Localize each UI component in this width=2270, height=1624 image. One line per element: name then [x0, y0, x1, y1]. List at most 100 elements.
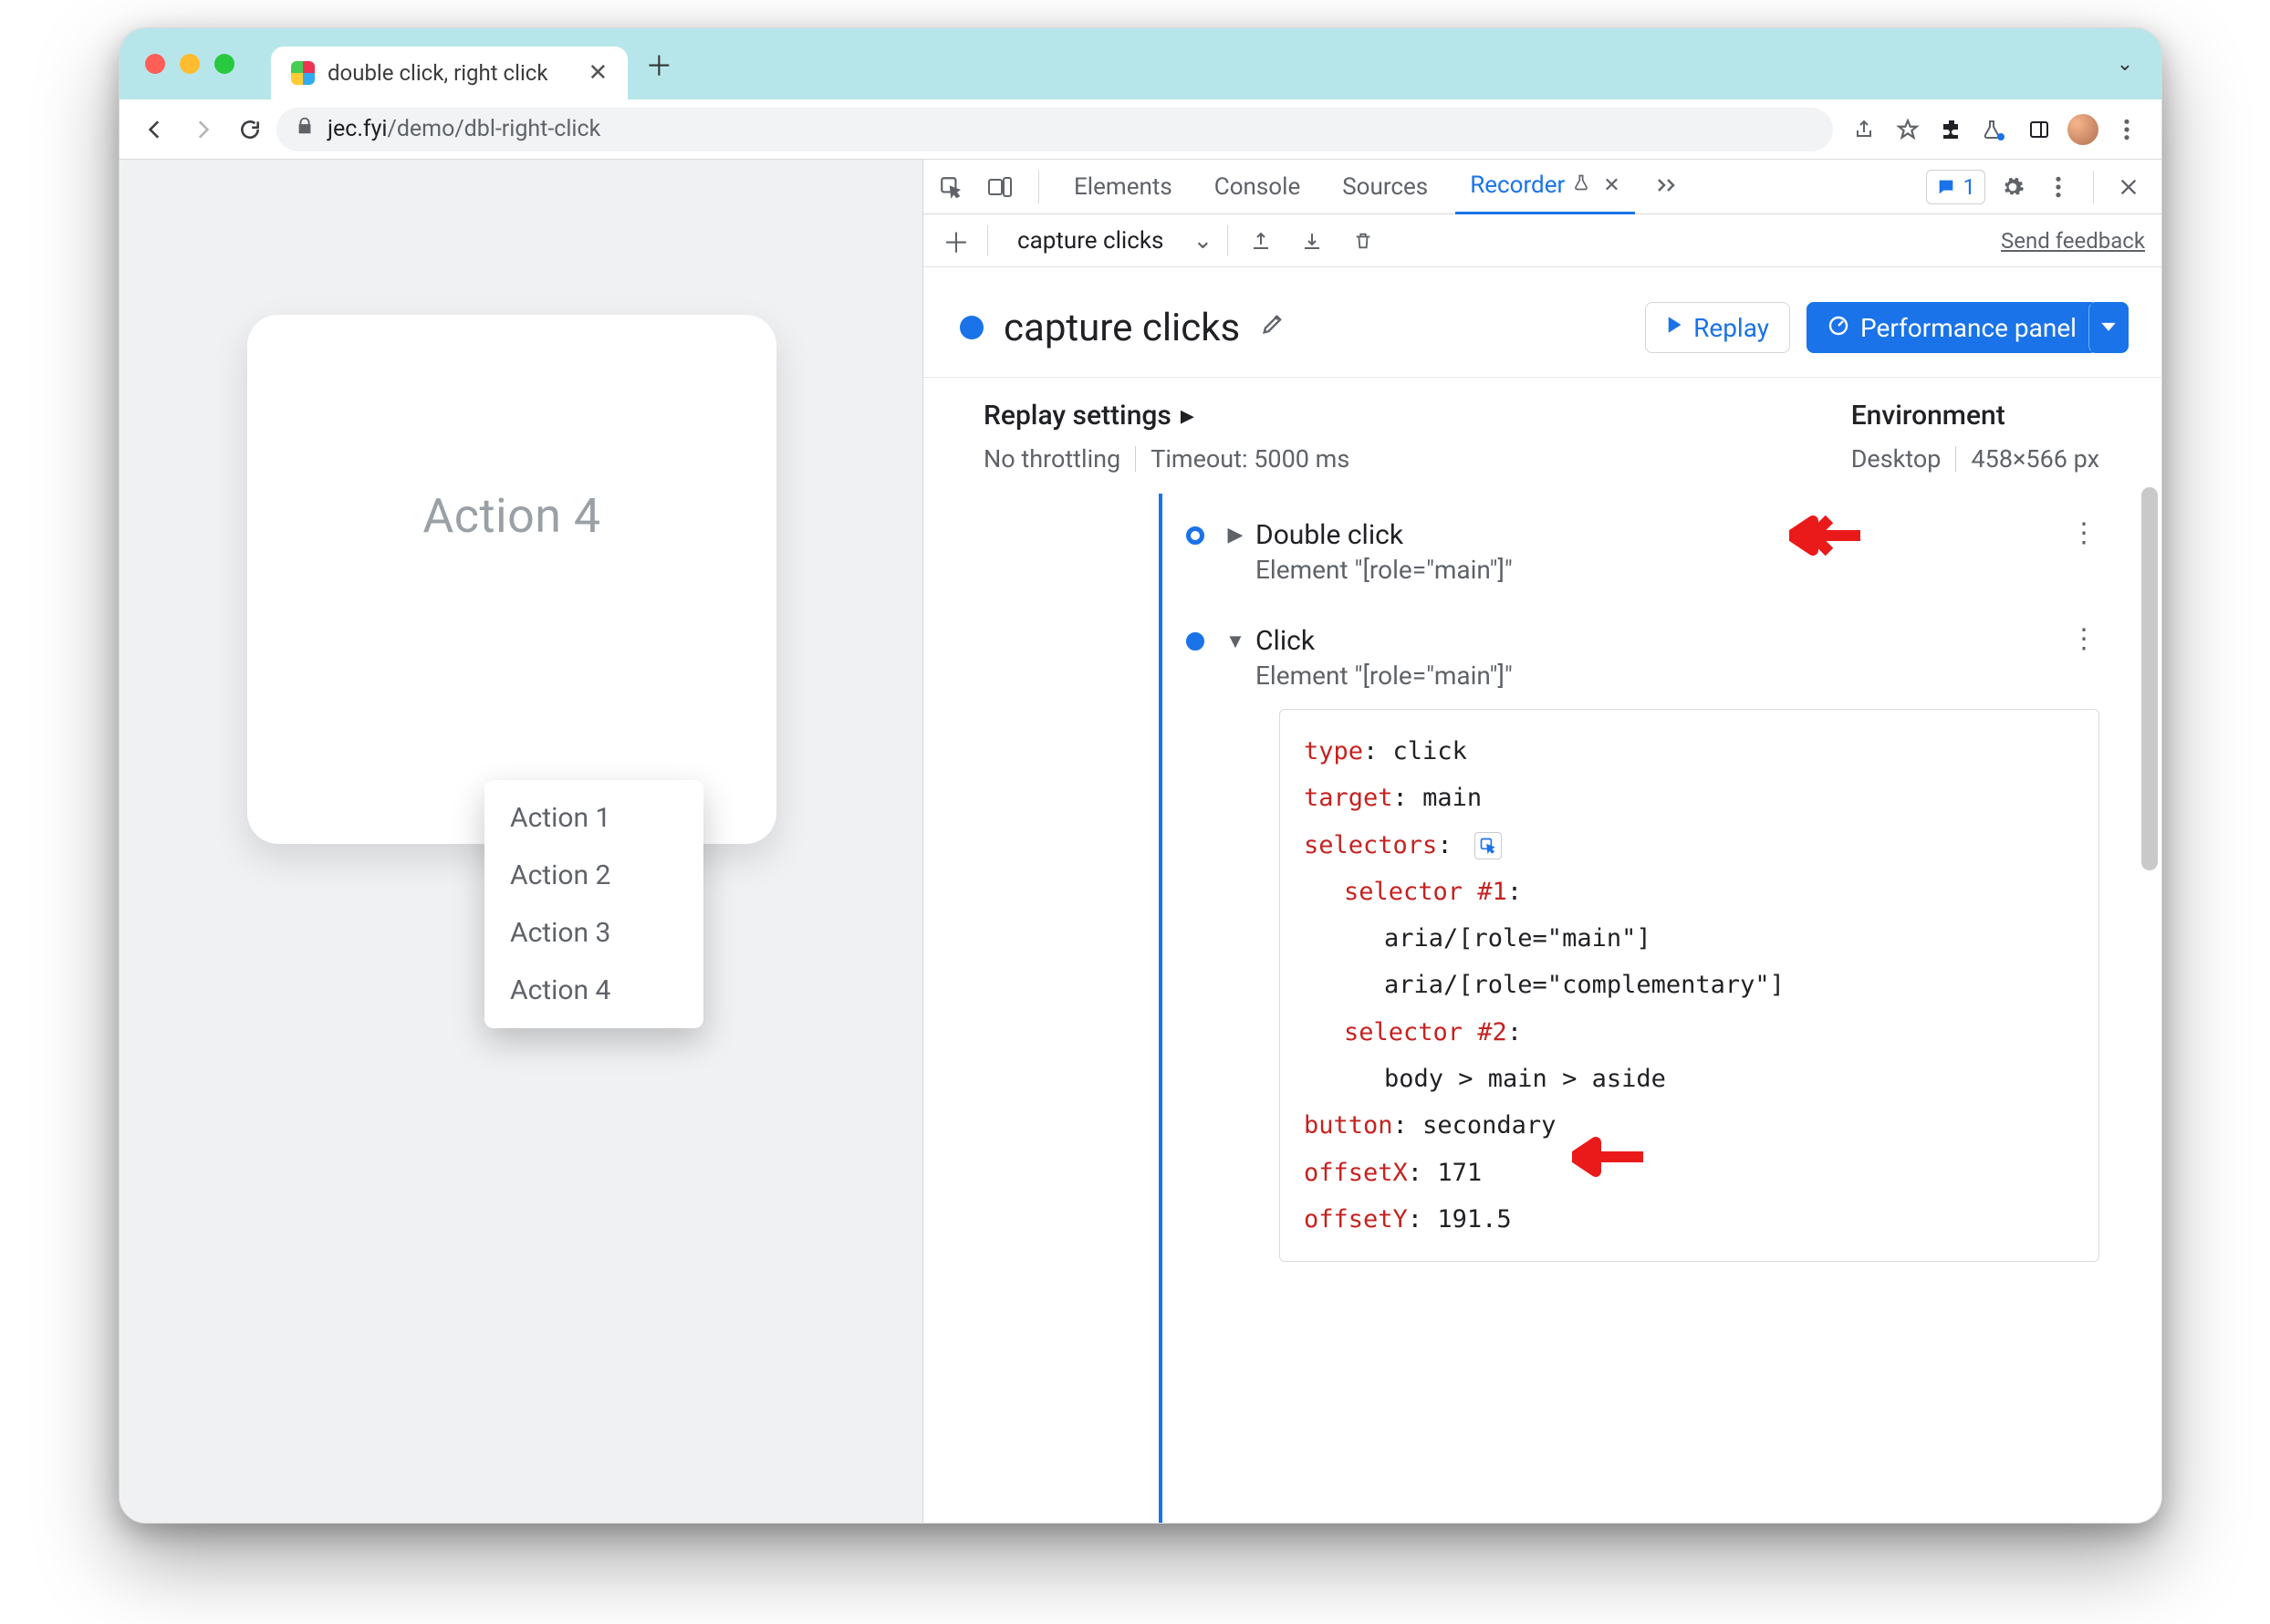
favicon-icon	[291, 61, 315, 85]
device-value: Desktop	[1851, 444, 1942, 474]
replay-settings-heading[interactable]: Replay settings ▸	[984, 400, 1349, 432]
step-subtitle: Element "[role="main"]"	[1255, 661, 2099, 691]
scrollbar[interactable]	[2136, 378, 2161, 1523]
timeout-value: Timeout: 5000 ms	[1151, 444, 1349, 474]
inspect-element-icon[interactable]	[932, 169, 969, 205]
close-tab-icon[interactable]: ✕	[1603, 174, 1619, 197]
demo-card[interactable]: Action 4	[247, 315, 776, 844]
edit-title-icon[interactable]	[1260, 311, 1286, 344]
recording-status-dot-icon	[960, 316, 984, 339]
issues-count: 1	[1963, 174, 1976, 200]
element-picker-icon[interactable]	[1474, 832, 1502, 859]
extensions-icon[interactable]	[1932, 109, 1972, 150]
context-menu-item[interactable]: Action 1	[484, 789, 703, 847]
browser-window: double click, right click ✕ ＋ ⌄ j	[119, 27, 2162, 1524]
window-controls	[145, 28, 271, 99]
url-text: jec.fyi/demo/dbl-right-click	[328, 116, 600, 142]
forward-button[interactable]	[182, 109, 224, 151]
environment-heading: Environment	[1851, 400, 2099, 432]
tab-title: double click, right click	[328, 60, 548, 86]
recorder-step[interactable]: ▼ Click Element "[role="main"]" ⋮ type: …	[1170, 607, 2099, 1284]
new-tab-button[interactable]: ＋	[639, 44, 679, 84]
replay-label: Replay	[1693, 313, 1769, 343]
send-feedback-link[interactable]: Send feedback	[2001, 228, 2145, 254]
back-button[interactable]	[134, 109, 176, 151]
recording-title: capture clicks	[1004, 306, 1240, 350]
annotation-arrow-icon	[1789, 508, 1862, 563]
step-menu-icon[interactable]: ⋮	[2070, 623, 2099, 655]
tab-strip: double click, right click ✕ ＋ ⌄	[120, 28, 2161, 99]
recorder-toolbar: ＋ capture clicks ⌄	[923, 214, 2161, 267]
profile-avatar[interactable]	[2063, 109, 2103, 150]
close-devtools-icon[interactable]	[2110, 169, 2147, 205]
settings-gear-icon[interactable]	[1994, 169, 2031, 205]
lock-icon	[295, 116, 315, 142]
labs-flask-icon[interactable]	[1975, 109, 2015, 150]
close-window-icon[interactable]	[145, 54, 165, 74]
timeline: ▶ Double click Element "[role="main"]" ⋮	[923, 494, 2136, 1320]
browser-tab[interactable]: double click, right click ✕	[271, 47, 628, 99]
reload-button[interactable]	[229, 109, 271, 151]
performance-panel-label: Performance panel	[1860, 313, 2077, 343]
timeline-line	[1159, 494, 1162, 1523]
step-node-icon	[1186, 526, 1204, 545]
performance-panel-dropdown[interactable]	[2088, 302, 2129, 353]
chevron-right-icon: ▸	[1181, 400, 1194, 432]
play-icon	[1666, 316, 1682, 339]
bookmark-star-icon[interactable]	[1888, 109, 1928, 150]
recorder-body: Replay settings ▸ No throttling Timeout:…	[923, 377, 2161, 1523]
chevron-down-icon[interactable]: ▼	[1224, 630, 1246, 653]
devtools-menu-icon[interactable]	[2040, 169, 2077, 205]
context-menu-item[interactable]: Action 4	[484, 962, 703, 1019]
devtools-panel: Elements Console Sources Recorder ✕	[922, 160, 2161, 1523]
step-title: Double click	[1255, 519, 1403, 551]
tabs-overflow-icon[interactable]: ⌄	[2105, 44, 2145, 84]
performance-panel-button[interactable]: Performance panel	[1807, 302, 2098, 353]
devtools-tab-sources[interactable]: Sources	[1328, 160, 1442, 214]
device-toolbar-icon[interactable]	[982, 169, 1018, 205]
recording-select[interactable]: capture clicks	[1003, 227, 1178, 255]
annotation-arrow-icon	[1572, 1131, 1645, 1182]
more-tabs-icon[interactable]	[1648, 169, 1684, 205]
chrome-menu-icon[interactable]	[2107, 109, 2147, 150]
step-detail: type: click target: main selectors: sele…	[1279, 709, 2099, 1262]
chevron-down-icon[interactable]: ⌄	[1192, 227, 1213, 255]
recorder-header: capture clicks Replay	[923, 267, 2161, 377]
omnibox[interactable]: jec.fyi/demo/dbl-right-click	[276, 108, 1833, 151]
maximize-window-icon[interactable]	[214, 54, 234, 74]
step-node-icon	[1186, 632, 1204, 651]
context-menu-item[interactable]: Action 3	[484, 904, 703, 962]
content-split: Action 4 Action 1 Action 2 Action 3 Acti…	[120, 160, 2161, 1523]
gauge-icon	[1827, 313, 1849, 343]
address-bar: jec.fyi/demo/dbl-right-click	[120, 99, 2161, 160]
page-viewport: Action 4 Action 1 Action 2 Action 3 Acti…	[120, 160, 922, 1523]
export-icon[interactable]	[1243, 223, 1279, 259]
step-title: Click	[1255, 625, 1315, 657]
devtools-tab-recorder[interactable]: Recorder ✕	[1455, 160, 1635, 214]
replay-button[interactable]: Replay	[1645, 302, 1790, 353]
viewport-value: 458×566 px	[1971, 444, 2099, 474]
throttling-value: No throttling	[984, 444, 1120, 474]
settings-row: Replay settings ▸ No throttling Timeout:…	[923, 378, 2136, 494]
step-menu-icon[interactable]: ⋮	[2070, 517, 2099, 549]
context-menu-item[interactable]: Action 2	[484, 847, 703, 904]
side-panel-icon[interactable]	[2019, 109, 2059, 150]
chevron-right-icon[interactable]: ▶	[1224, 524, 1246, 547]
delete-icon[interactable]	[1345, 223, 1381, 259]
import-icon[interactable]	[1294, 223, 1330, 259]
issues-badge[interactable]: 1	[1926, 170, 1986, 204]
devtools-tabbar: Elements Console Sources Recorder ✕	[923, 160, 2161, 214]
recording-select-label: capture clicks	[1017, 227, 1163, 255]
devtools-tab-console[interactable]: Console	[1200, 160, 1315, 214]
scrollbar-thumb[interactable]	[2141, 487, 2158, 870]
close-tab-icon[interactable]: ✕	[561, 59, 609, 87]
recorder-step[interactable]: ▶ Double click Element "[role="main"]" ⋮	[1170, 501, 2099, 607]
new-recording-button[interactable]: ＋	[940, 224, 973, 257]
context-menu: Action 1 Action 2 Action 3 Action 4	[484, 780, 703, 1028]
share-icon[interactable]	[1844, 109, 1884, 150]
demo-card-title: Action 4	[422, 488, 600, 544]
devtools-tab-elements[interactable]: Elements	[1059, 160, 1187, 214]
toolbar-right	[1838, 109, 2147, 150]
minimize-window-icon[interactable]	[180, 54, 200, 74]
devtools-tab-label: Recorder	[1470, 172, 1565, 199]
